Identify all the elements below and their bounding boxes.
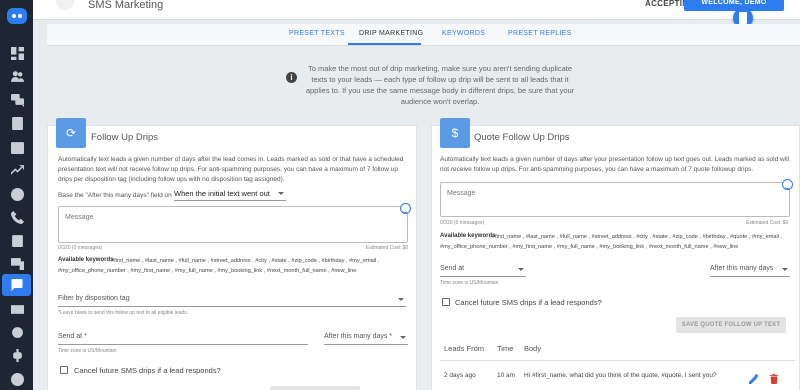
contacts-icon[interactable] bbox=[9, 69, 25, 83]
help-icon[interactable] bbox=[9, 372, 25, 386]
top-header: SMS Marketing ACCEPTING WELCOME, DEMO bbox=[33, 0, 800, 20]
row-leads-from: 2 days ago bbox=[444, 372, 476, 379]
card-title: Follow Up Drips bbox=[91, 132, 159, 143]
keywords-title: Available keywords bbox=[58, 257, 114, 263]
keywords-line-2: #my_office_phone_number , #my_first_name… bbox=[58, 268, 357, 274]
send-at-select[interactable]: Send at bbox=[440, 265, 526, 277]
filter-label: Filter by disposition tag bbox=[58, 295, 130, 302]
row-time: 10 am bbox=[497, 372, 516, 379]
tab-keywords[interactable]: KEYWORDS bbox=[442, 30, 485, 37]
tab-bar: PRESET TEXTS DRIP MARKETING KEYWORDS PRE… bbox=[47, 24, 800, 46]
timezone-note: Time zone is US/Mountain bbox=[58, 348, 117, 354]
active-tab-indicator bbox=[348, 43, 421, 45]
dollar-icon: $ bbox=[440, 118, 470, 148]
drip-info-text: To make the most out of drip marketing, … bbox=[305, 64, 575, 106]
table-header-time: Time bbox=[497, 344, 514, 353]
save-follow-up-button[interactable] bbox=[270, 386, 360, 390]
page-title: SMS Marketing bbox=[88, 0, 164, 11]
after-days-select[interactable]: After this many days bbox=[710, 265, 790, 277]
phone-icon[interactable] bbox=[9, 210, 25, 224]
quote-follow-up-drips-card: $ Quote Follow Up Drips Automatically te… bbox=[431, 118, 800, 390]
billing-icon[interactable] bbox=[9, 348, 25, 362]
base-field-select[interactable]: When the initial text went out bbox=[174, 189, 286, 201]
welcome-button[interactable]: WELCOME, DEMO bbox=[684, 0, 784, 11]
contact-card-icon[interactable] bbox=[9, 116, 25, 130]
edit-icon[interactable] bbox=[749, 371, 759, 384]
tab-preset-texts[interactable]: PRESET TEXTS bbox=[289, 30, 345, 37]
base-field-value: When the initial text went out bbox=[174, 189, 270, 198]
globe-icon[interactable] bbox=[9, 187, 25, 201]
dashboard-icon[interactable] bbox=[9, 46, 25, 60]
base-field-label: Base the "After this many days" field on bbox=[58, 192, 172, 199]
robot-logo-icon[interactable] bbox=[7, 8, 27, 24]
after-days-label: After this many days * bbox=[324, 333, 393, 340]
table-divider bbox=[440, 360, 795, 361]
table-header-leads-from: Leads From bbox=[444, 344, 485, 353]
tab-preset-replies[interactable]: PRESET REPLIES bbox=[508, 30, 572, 37]
trending-icon[interactable] bbox=[9, 163, 25, 177]
tab-drip-marketing[interactable]: DRIP MARKETING bbox=[359, 30, 423, 37]
cancel-drips-checkbox[interactable] bbox=[442, 298, 450, 306]
sidebar bbox=[0, 0, 33, 390]
message-placeholder: Message bbox=[65, 214, 94, 221]
card-description: Automatically text leads a given number … bbox=[58, 156, 404, 183]
timezone-note: Time zone is US/Mountain bbox=[440, 280, 499, 286]
char-counter: 0/320 (0 messages) bbox=[58, 245, 103, 251]
emoji-icon[interactable] bbox=[782, 179, 793, 190]
after-days-select[interactable]: After this many days * bbox=[324, 333, 408, 345]
emoji-icon[interactable] bbox=[400, 203, 411, 214]
mail-icon[interactable] bbox=[9, 302, 25, 316]
after-days-label: After this many days bbox=[710, 265, 774, 272]
estimated-cost: Estimated Cost: $0 bbox=[746, 220, 789, 226]
cancel-drips-checkbox[interactable] bbox=[60, 366, 68, 374]
save-quote-follow-up-button[interactable]: SAVE QUOTE FOLLOW UP TEXT bbox=[676, 317, 786, 333]
cancel-drips-label: Cancel future SMS drips if a lead respon… bbox=[74, 366, 221, 375]
devices-icon[interactable] bbox=[9, 256, 25, 270]
send-at-label: Send at * bbox=[58, 333, 87, 340]
calendar-icon[interactable] bbox=[9, 140, 25, 154]
disposition-filter-select[interactable]: Filter by disposition tag bbox=[58, 295, 406, 307]
estimated-cost: Estimated Cost: $0 bbox=[366, 245, 409, 251]
clipboard-icon[interactable] bbox=[9, 233, 25, 247]
info-icon: i bbox=[286, 72, 297, 83]
char-counter: 0/320 (0 messages) bbox=[440, 220, 485, 226]
card-description: Automatically text leads a given number … bbox=[440, 156, 790, 173]
sms-nav-icon[interactable] bbox=[2, 274, 31, 296]
keywords-line-2: #my_office_phone_number , #my_first_name… bbox=[440, 244, 739, 250]
card-title: Quote Follow Up Drips bbox=[474, 132, 570, 143]
menu-button[interactable] bbox=[56, 0, 74, 10]
keywords-line-1: #first_name , #last_name , #full_name , … bbox=[492, 234, 783, 240]
follow-up-drips-card: ⟳ Follow Up Drips Automatically text lea… bbox=[47, 118, 417, 390]
keywords-line-1: #first_name , #last_name , #full_name , … bbox=[111, 258, 380, 264]
message-textarea[interactable]: Message bbox=[440, 182, 790, 217]
settings-icon[interactable] bbox=[9, 325, 25, 339]
row-body: Hi #first_name, what did you think of th… bbox=[524, 372, 717, 379]
refresh-icon: ⟳ bbox=[56, 118, 86, 148]
filter-hint: *Leave blank to send this follow up text… bbox=[58, 310, 189, 316]
message-textarea[interactable]: Message bbox=[58, 206, 408, 243]
message-placeholder: Message bbox=[447, 190, 476, 197]
table-header-body: Body bbox=[524, 344, 542, 353]
delete-icon[interactable] bbox=[769, 371, 779, 384]
cancel-drips-label: Cancel future SMS drips if a lead respon… bbox=[455, 298, 602, 307]
keywords-title: Available keywords bbox=[440, 233, 496, 239]
send-at-label: Send at bbox=[440, 265, 465, 272]
send-at-select[interactable]: Send at * bbox=[58, 333, 308, 345]
chat-icon[interactable] bbox=[9, 93, 25, 107]
